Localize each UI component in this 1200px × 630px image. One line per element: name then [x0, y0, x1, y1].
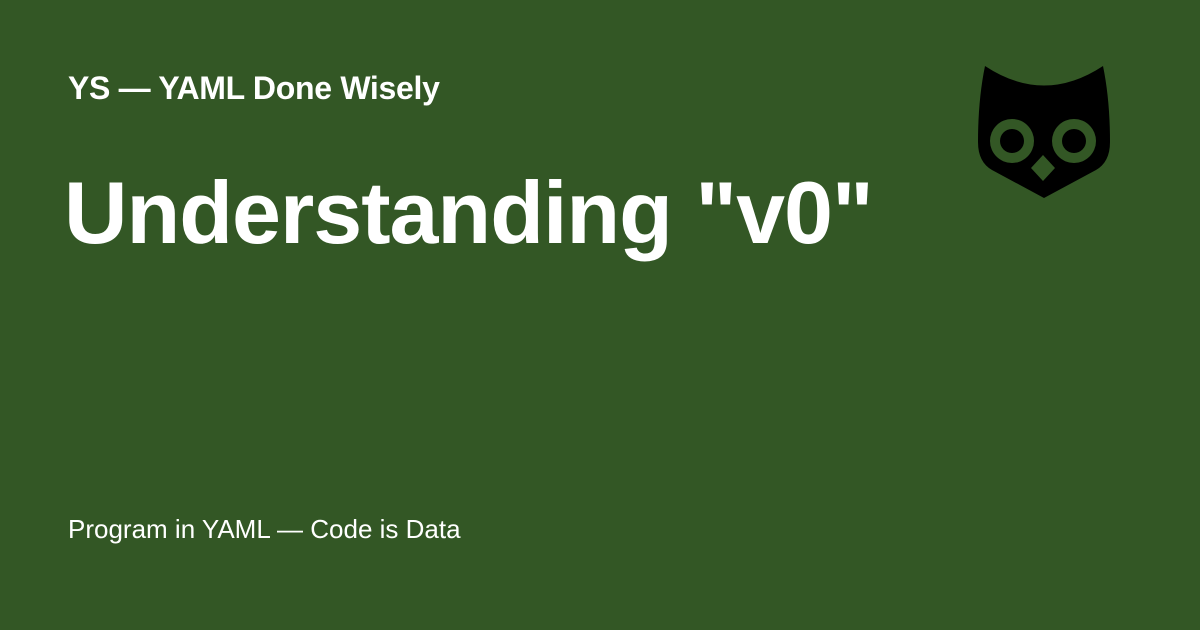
tagline: Program in YAML — Code is Data — [68, 514, 461, 544]
owl-icon — [978, 66, 1110, 198]
page-title: Understanding "v0" — [64, 163, 874, 262]
site-title: YS — YAML Done Wisely — [68, 70, 440, 106]
